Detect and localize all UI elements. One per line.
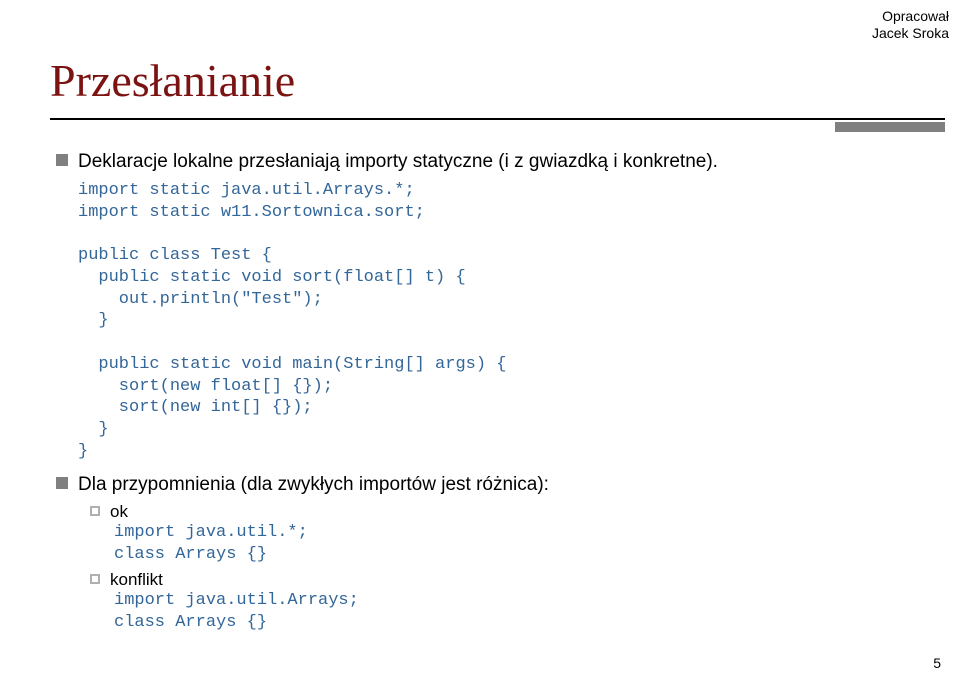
bullet-item: Dla przypomnienia (dla zwykłych importów… — [56, 473, 919, 497]
rule-accent — [835, 122, 945, 132]
square-bullet-icon — [56, 477, 68, 489]
bullet-text: Deklaracje lokalne przesłaniają importy … — [78, 150, 718, 174]
author-block: Opracował Jacek Sroka — [872, 8, 949, 42]
code-block: import java.util.Arrays; class Arrays {} — [114, 590, 919, 634]
sub-bullet-label: ok — [110, 502, 128, 522]
page-number: 5 — [933, 655, 941, 671]
rule-line — [50, 118, 945, 120]
sub-bullet-label: konflikt — [110, 570, 163, 590]
square-bullet-icon — [56, 154, 68, 166]
title-rule — [50, 118, 945, 120]
hollow-square-bullet-icon — [90, 574, 100, 584]
code-block: import java.util.*; class Arrays {} — [114, 522, 919, 566]
hollow-square-bullet-icon — [90, 506, 100, 516]
slide-title: Przesłanianie — [50, 54, 295, 107]
bullet-text: Dla przypomnienia (dla zwykłych importów… — [78, 473, 549, 497]
code-block: import static java.util.Arrays.*; import… — [78, 180, 919, 463]
sub-bullet-item: ok — [90, 502, 919, 522]
sub-bullet-item: konflikt — [90, 570, 919, 590]
bullet-item: Deklaracje lokalne przesłaniają importy … — [56, 150, 919, 174]
author-line1: Opracował — [872, 8, 949, 25]
author-line2: Jacek Sroka — [872, 25, 949, 42]
slide-body: Deklaracje lokalne przesłaniają importy … — [56, 150, 919, 633]
